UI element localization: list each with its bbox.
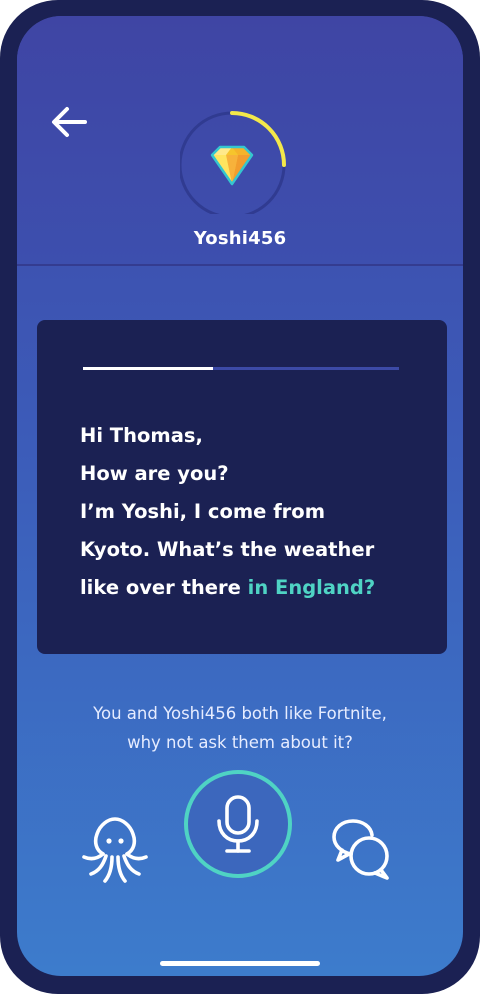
- diamond-icon: [210, 145, 254, 186]
- suggestion-line: why not ask them about it?: [127, 733, 353, 752]
- microphone-button[interactable]: [183, 769, 293, 879]
- message-progress-track: [83, 367, 399, 370]
- profile-header: Yoshi456: [17, 16, 463, 266]
- chat-button[interactable]: [329, 816, 393, 882]
- microphone-button-ring: [184, 770, 292, 878]
- back-arrow-icon: [52, 107, 87, 137]
- message-text: Hi Thomas, How are you? I’m Yoshi, I com…: [80, 417, 420, 607]
- octopus-button[interactable]: [79, 814, 151, 886]
- message-line: I’m Yoshi, I come from: [80, 500, 326, 523]
- highlighted-phrase: in England?: [247, 576, 376, 599]
- conversation-suggestion: You and Yoshi456 both like Fortnite, why…: [47, 699, 433, 757]
- suggestion-line: You and Yoshi456 both like Fortnite,: [93, 704, 387, 723]
- message-line: like over there in England?: [80, 569, 420, 607]
- username: Yoshi456: [193, 228, 287, 249]
- chat-bubbles-icon: [332, 819, 389, 880]
- back-button[interactable]: [47, 102, 93, 148]
- screen: Yoshi456 Hi Thomas, How are you? I’m Yos…: [17, 16, 463, 976]
- phone-frame: Yoshi456 Hi Thomas, How are you? I’m Yos…: [0, 0, 480, 994]
- message-line-plain: like over there: [80, 576, 241, 599]
- home-indicator[interactable]: [160, 961, 320, 966]
- avatar[interactable]: [178, 98, 296, 219]
- message-line: Kyoto. What’s the weather: [80, 538, 375, 561]
- octopus-icon: [82, 817, 148, 883]
- message-card: Hi Thomas, How are you? I’m Yoshi, I com…: [37, 320, 447, 654]
- message-line: How are you?: [80, 462, 229, 485]
- message-line: Hi Thomas,: [80, 424, 203, 447]
- message-progress-fill: [83, 367, 213, 370]
